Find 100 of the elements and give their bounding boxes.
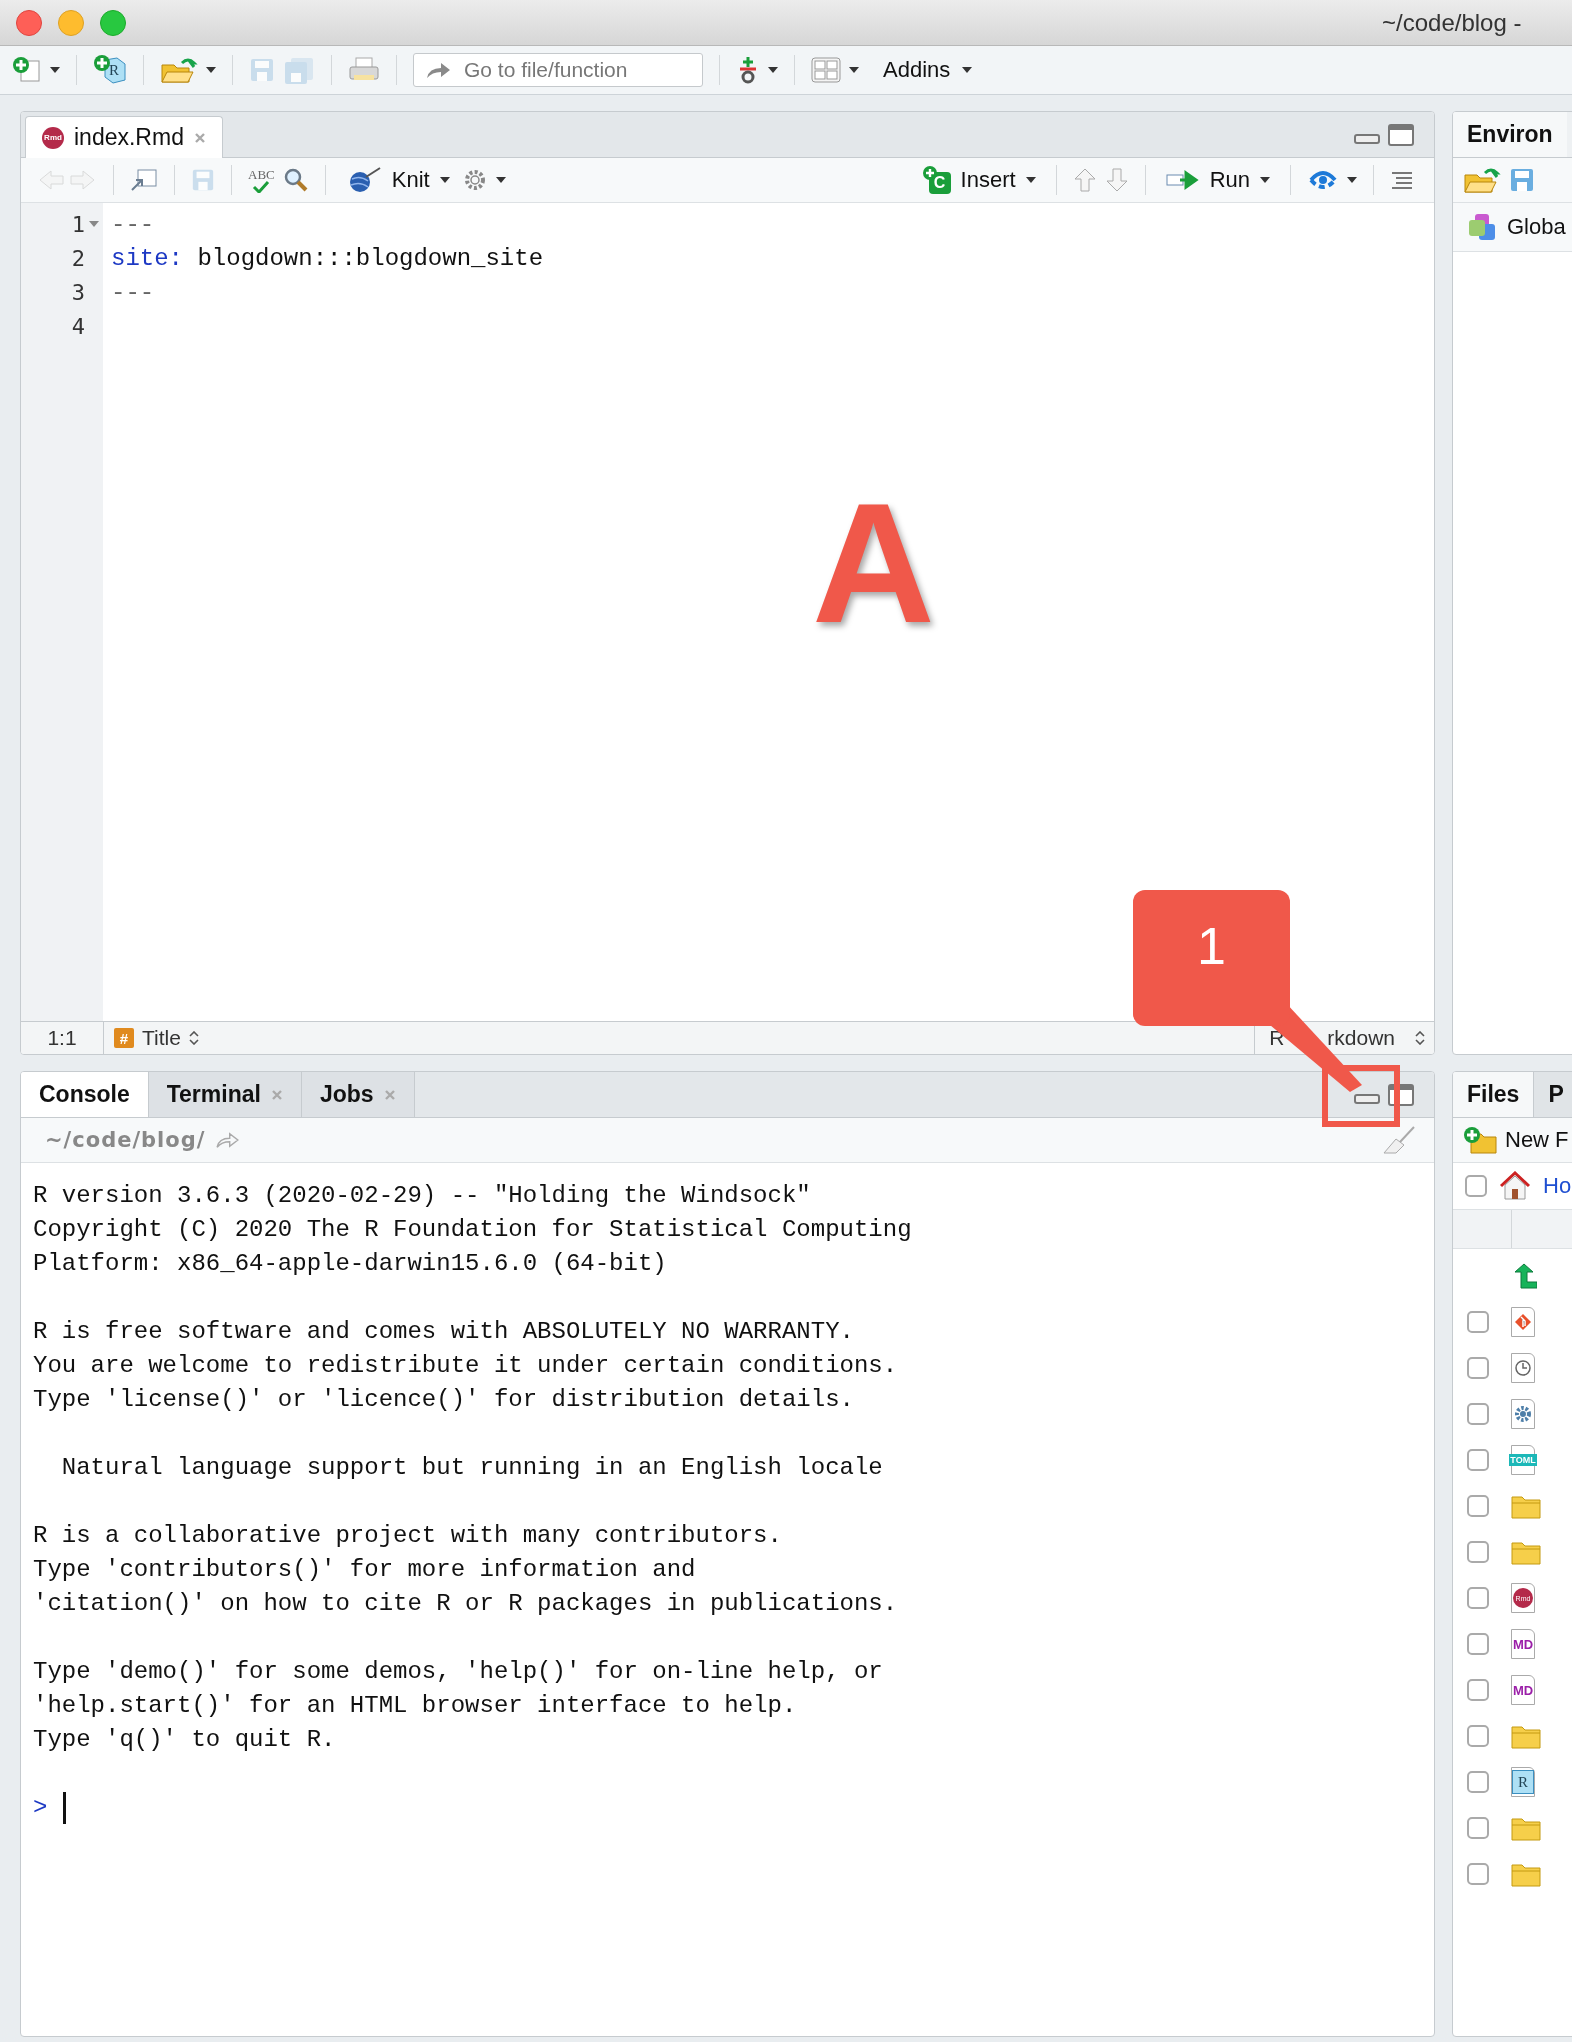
file-icon[interactable] xyxy=(1511,1399,1535,1429)
console-tab[interactable]: Jobs xyxy=(301,1072,415,1117)
caret-icon[interactable] xyxy=(1347,177,1357,183)
environment-tab[interactable]: Environ xyxy=(1453,112,1567,157)
console-line: Copyright (C) 2020 The R Foundation for Statistical Computing xyxy=(33,1215,913,1245)
save-icon[interactable] xyxy=(1509,167,1535,193)
console-line: Type 'demo()' for some demos, 'help()' for on-line help, or xyxy=(33,1657,884,1687)
share-arrow-icon xyxy=(425,60,451,80)
close-button[interactable] xyxy=(16,9,42,36)
row-checkbox[interactable] xyxy=(1467,1817,1489,1839)
console-line: You are welcome to redistribute it under certain conditions. xyxy=(33,1351,899,1381)
cursor-position: 1:1 xyxy=(46,1026,78,1050)
console-line: Platform: x86_64-apple-darwin15.6.0 (64-bit) xyxy=(33,1249,668,1279)
console-line: R is free software and comes with ABSOLUTELY NO WARRANTY. xyxy=(33,1317,855,1347)
new-file-icon[interactable] xyxy=(12,55,42,85)
row-checkbox[interactable] xyxy=(1467,1357,1489,1379)
caret-icon[interactable] xyxy=(768,67,778,73)
home-icon[interactable] xyxy=(1499,1171,1531,1201)
console-line: Type 'contributors()' for more information and xyxy=(33,1555,697,1585)
console-line: Type 'q()' to quit R. xyxy=(33,1725,337,1755)
go-to-file-field[interactable]: Go to file/function xyxy=(413,53,703,87)
close-icon[interactable] xyxy=(270,1088,283,1101)
layout-grid-icon[interactable] xyxy=(811,57,841,83)
row-checkbox[interactable] xyxy=(1467,1449,1489,1471)
caret-icon[interactable] xyxy=(495,177,506,183)
arrow-down-icon[interactable] xyxy=(1104,167,1129,193)
sort-arrows-icon[interactable] xyxy=(1415,1031,1425,1045)
caret-icon xyxy=(1260,177,1270,183)
caret-icon[interactable] xyxy=(849,67,859,73)
zoom-button[interactable] xyxy=(100,9,126,36)
save-icon[interactable] xyxy=(249,57,275,83)
row-checkbox[interactable] xyxy=(1467,1311,1489,1333)
fold-caret-icon[interactable] xyxy=(89,220,99,228)
show-in-window-icon[interactable] xyxy=(130,168,158,192)
code-line: site: blogdown:::blogdown_site xyxy=(111,244,544,272)
file-icon[interactable] xyxy=(1511,1307,1535,1337)
row-checkbox[interactable] xyxy=(1467,1633,1489,1655)
console-line: 'help.start()' for an HTML browser interface to help. xyxy=(33,1691,798,1721)
editor-tab[interactable]: Rmd index.Rmd xyxy=(25,116,223,158)
file-icon[interactable] xyxy=(1511,1353,1535,1383)
addins-menu[interactable]: Addins xyxy=(867,55,955,85)
row-checkbox[interactable] xyxy=(1467,1541,1489,1563)
outline-icon[interactable] xyxy=(1390,170,1414,190)
close-icon[interactable] xyxy=(383,1088,396,1101)
home-link[interactable]: Ho xyxy=(1543,1173,1572,1199)
file-icon[interactable]: R xyxy=(1511,1767,1535,1797)
folder-icon[interactable] xyxy=(1511,1815,1541,1841)
working-directory: ~/code/blog/ xyxy=(45,1128,206,1152)
save-icon[interactable] xyxy=(191,168,215,192)
row-checkbox[interactable] xyxy=(1467,1679,1489,1701)
file-type-label[interactable]: rkdown xyxy=(1327,1026,1395,1050)
row-checkbox[interactable] xyxy=(1467,1587,1489,1609)
run-button[interactable]: Run xyxy=(1161,165,1274,195)
section-icon: # xyxy=(114,1028,134,1048)
line-number: 1 xyxy=(71,211,85,237)
knit-button[interactable]: Knit xyxy=(341,165,454,195)
row-checkbox[interactable] xyxy=(1467,1725,1489,1747)
caret-icon[interactable] xyxy=(962,67,973,73)
file-icon[interactable]: MD xyxy=(1511,1675,1535,1705)
console-line: Type 'license()' or 'licence()' for distribution details. xyxy=(33,1385,855,1415)
insert-button[interactable]: C Insert xyxy=(918,164,1040,196)
row-checkbox[interactable] xyxy=(1467,1863,1489,1885)
new-folder-icon[interactable] xyxy=(1463,1126,1497,1154)
share-arrow-icon[interactable] xyxy=(215,1131,240,1149)
back-forward-icon[interactable] xyxy=(37,168,97,192)
caret-icon xyxy=(439,177,450,183)
files-tab[interactable]: P xyxy=(1533,1072,1572,1117)
section-menu[interactable]: # Title xyxy=(104,1026,209,1050)
select-all-checkbox[interactable] xyxy=(1465,1175,1487,1197)
row-checkbox[interactable] xyxy=(1467,1403,1489,1425)
caret-icon[interactable] xyxy=(206,67,216,73)
maximize-pane-icon[interactable] xyxy=(1388,123,1414,146)
files-tab[interactable]: Files xyxy=(1453,1072,1534,1117)
folder-icon[interactable] xyxy=(1511,1861,1541,1887)
close-icon[interactable] xyxy=(193,131,206,144)
arrow-up-icon[interactable] xyxy=(1072,167,1097,193)
folder-icon[interactable] xyxy=(1511,1493,1541,1519)
folder-icon[interactable] xyxy=(1511,1723,1541,1749)
save-all-icon[interactable] xyxy=(283,56,315,84)
window-title: ~/code/blog - xyxy=(1382,8,1523,37)
row-checkbox[interactable] xyxy=(1467,1495,1489,1517)
caret-icon xyxy=(1025,177,1036,183)
console-tab[interactable]: Terminal xyxy=(148,1072,302,1117)
caret-icon[interactable] xyxy=(50,67,60,73)
console-line: R version 3.6.3 (2020-02-29) -- "Holding the Windsock" xyxy=(33,1181,812,1211)
rerun-icon[interactable] xyxy=(1307,168,1339,192)
annotation-letter: A xyxy=(812,478,935,648)
environment-icon xyxy=(1467,212,1497,242)
file-icon[interactable]: MD xyxy=(1511,1629,1535,1659)
search-icon[interactable] xyxy=(282,167,309,193)
line-number: 2 xyxy=(71,245,85,271)
callout-box: 1 xyxy=(1133,890,1290,1026)
console-prompt: > xyxy=(33,1793,48,1823)
console-line: Natural language support but running in an English locale xyxy=(60,1453,884,1483)
minimize-button[interactable] xyxy=(58,9,84,36)
folder-icon[interactable] xyxy=(1511,1539,1541,1565)
row-checkbox[interactable] xyxy=(1467,1771,1489,1793)
line-number: 4 xyxy=(71,313,85,339)
broom-icon[interactable] xyxy=(1382,1126,1416,1154)
console-tab[interactable]: Console xyxy=(21,1072,149,1117)
